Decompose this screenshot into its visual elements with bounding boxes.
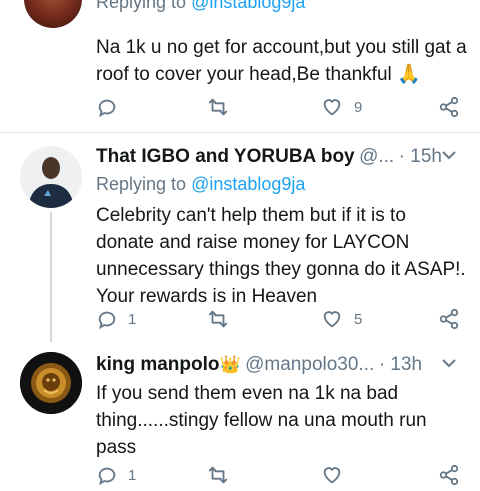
reply-button[interactable]: 1 xyxy=(96,308,136,330)
tweet-text: If you send them even na 1k na bad thing… xyxy=(96,380,427,461)
tweet-text-line: donate and raise money for LAYCON xyxy=(96,232,410,253)
like-button[interactable] xyxy=(320,464,354,486)
retweet-button[interactable] xyxy=(206,308,230,330)
reply-icon xyxy=(98,467,116,486)
share-icon xyxy=(439,96,459,118)
tweet-text: Na 1k u no get for account,but you still… xyxy=(96,34,467,88)
user-handle[interactable]: @manpolo30... xyxy=(245,354,374,375)
share-button[interactable] xyxy=(438,464,460,486)
replying-to-handle[interactable]: @instablog9ja xyxy=(191,174,305,194)
user-handle[interactable]: @... xyxy=(359,146,394,167)
tweet-text-line: unnecessary things they gonna do it ASAP… xyxy=(96,259,466,280)
retweet-button[interactable] xyxy=(206,464,230,486)
share-button[interactable] xyxy=(438,96,460,118)
more-options-button[interactable] xyxy=(440,356,458,375)
tweet-text-line: If you send them even na 1k na bad xyxy=(96,383,399,404)
tweet-text-line: thing......stingy fellow na una mouth ru… xyxy=(96,410,427,431)
tweet-text-line: Celebrity can't help them but if it is t… xyxy=(96,205,406,226)
timestamp[interactable]: · 13h xyxy=(379,354,422,375)
like-button[interactable]: 9 xyxy=(320,96,362,118)
share-button[interactable] xyxy=(438,308,460,330)
replying-to-handle[interactable]: @instablog9ja xyxy=(191,0,305,12)
reply-icon xyxy=(98,311,116,330)
display-name[interactable]: king manpolo xyxy=(96,354,220,375)
avatar[interactable] xyxy=(20,352,82,414)
thread-line xyxy=(50,212,52,342)
tweet-text-line: Na 1k u no get for account,but you still… xyxy=(96,37,467,58)
more-options-button[interactable] xyxy=(440,148,458,167)
timestamp[interactable]: · 15h xyxy=(399,146,442,167)
reply-icon xyxy=(98,99,116,118)
like-button[interactable]: 5 xyxy=(320,308,362,330)
replying-to-label: Replying to xyxy=(96,0,187,12)
chevron-down-icon xyxy=(442,359,456,368)
avatar-photo xyxy=(20,352,82,414)
avatar[interactable] xyxy=(20,146,82,208)
like-count: 9 xyxy=(354,98,363,116)
retweet-icon xyxy=(208,466,228,484)
share-icon xyxy=(439,308,459,330)
tweet-text-line: Your rewards is in Heaven xyxy=(96,286,318,307)
avatar-photo xyxy=(20,146,82,208)
tweet-text: Celebrity can't help them but if it is t… xyxy=(96,202,466,310)
replying-to-label: Replying to xyxy=(96,174,187,194)
tweet-text-line: roof to cover your head,Be thankful 🙏 xyxy=(96,64,421,85)
like-count: 5 xyxy=(354,310,363,328)
share-icon xyxy=(439,464,459,486)
like-icon xyxy=(323,99,341,116)
retweet-icon xyxy=(208,98,228,116)
reply-count: 1 xyxy=(128,310,137,328)
tweet-header: king manpolo👑 @manpolo30... · 13h xyxy=(96,354,422,376)
like-icon xyxy=(323,311,341,328)
like-icon xyxy=(323,467,341,484)
tweet-text-line: pass xyxy=(96,437,137,458)
reply-button[interactable] xyxy=(96,96,128,118)
tweet-header: That IGBO and YORUBA boy @... · 15h xyxy=(96,146,442,168)
replying-to: Replying to @instablog9ja xyxy=(96,174,305,195)
chevron-down-icon xyxy=(442,151,456,160)
reply-count: 1 xyxy=(128,466,137,484)
divider xyxy=(0,132,480,133)
retweet-button[interactable] xyxy=(206,96,230,118)
replying-to: Replying to @instablog9ja xyxy=(96,0,305,13)
crown-emoji: 👑 xyxy=(219,355,241,374)
reply-button[interactable]: 1 xyxy=(96,464,136,486)
retweet-icon xyxy=(208,310,228,328)
avatar[interactable] xyxy=(24,0,82,28)
display-name[interactable]: That IGBO and YORUBA boy xyxy=(96,146,355,167)
